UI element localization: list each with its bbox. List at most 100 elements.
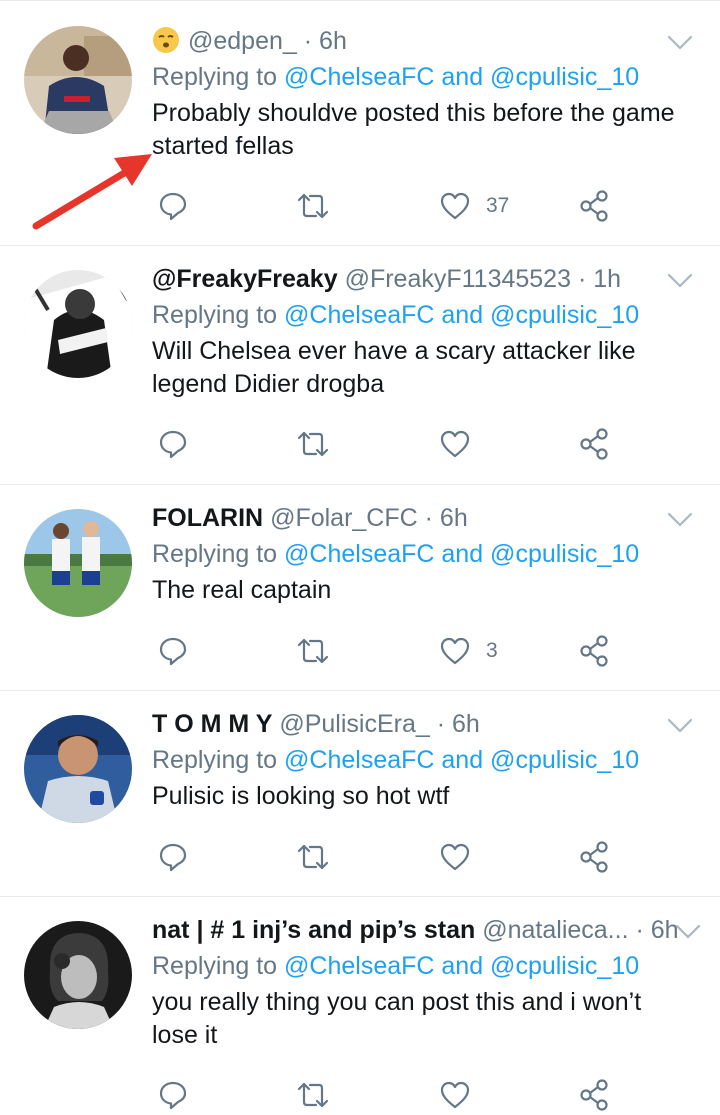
reply-icon — [159, 192, 187, 221]
chevron-down-icon[interactable] — [666, 266, 694, 294]
chevron-down-icon[interactable] — [666, 28, 694, 56]
like-icon — [440, 1081, 470, 1109]
tweet-actions — [152, 837, 720, 877]
annotation-arrow-icon — [32, 154, 152, 230]
tweet-3[interactable]: FOLARIN @Folar_CFC · 6h Replying to @Che… — [0, 485, 720, 691]
tweet-1[interactable]: @edpen_ · 6h Replying to @ChelseaFC and … — [0, 0, 720, 246]
avatar[interactable] — [24, 921, 132, 1029]
handle[interactable]: @natalieca... — [482, 916, 628, 944]
tweet-text: you really thing you can post this and i… — [152, 988, 642, 1049]
tweet-header: T O M M Y @PulisicEra_ · 6h — [152, 709, 680, 739]
reply-button[interactable] — [156, 631, 190, 671]
display-name[interactable]: nat | # 1 inj’s and pip’s stan — [152, 916, 475, 944]
reply-mentions[interactable]: @ChelseaFC and @cpulisic_10 — [284, 301, 639, 329]
like-icon — [440, 430, 470, 458]
share-icon — [580, 635, 608, 667]
avatar[interactable] — [24, 509, 132, 617]
retweet-icon — [297, 844, 329, 870]
replying-to: Replying to @ChelseaFC and @cpulisic_10 — [152, 745, 680, 775]
share-button[interactable] — [578, 424, 612, 464]
tweet-actions: 3 — [152, 631, 720, 671]
reply-prefix: Replying to — [152, 63, 278, 91]
retweet-button[interactable] — [296, 424, 330, 464]
tweet-text: The real captain — [152, 576, 332, 604]
share-icon — [580, 841, 608, 873]
timestamp[interactable]: · 6h — [635, 916, 678, 944]
retweet-button[interactable] — [296, 837, 330, 877]
tweet-header: FOLARIN @Folar_CFC · 6h — [152, 503, 680, 533]
reply-prefix: Replying to — [152, 540, 278, 568]
share-button[interactable] — [578, 837, 612, 877]
display-name[interactable]: FOLARIN — [152, 504, 263, 532]
like-button[interactable] — [438, 1075, 486, 1115]
reply-button[interactable] — [156, 186, 190, 226]
face-exhaling-emoji-icon — [152, 26, 180, 54]
chevron-down-icon[interactable] — [674, 917, 702, 945]
like-button[interactable]: 37 — [438, 186, 509, 226]
timestamp[interactable]: · 6h — [437, 710, 480, 738]
handle[interactable]: @edpen_ — [188, 27, 297, 55]
reply-mentions[interactable]: @ChelseaFC and @cpulisic_10 — [284, 540, 639, 568]
avatar[interactable] — [24, 26, 132, 134]
share-button[interactable] — [578, 1075, 612, 1115]
tweet-5[interactable]: nat | # 1 inj’s and pip’s stan @nataliec… — [0, 897, 720, 1112]
retweet-icon — [297, 1082, 329, 1108]
tweet-text: Will Chelsea ever have a scary attacker … — [152, 337, 636, 398]
timestamp[interactable]: · 1h — [578, 265, 621, 293]
timestamp[interactable]: · 6h — [425, 504, 468, 532]
reply-button[interactable] — [156, 837, 190, 877]
like-icon — [440, 637, 470, 665]
like-button[interactable] — [438, 424, 486, 464]
handle[interactable]: @FreakyF11345523 — [345, 265, 571, 293]
retweet-icon — [297, 431, 329, 457]
like-icon — [440, 192, 470, 220]
reply-icon — [159, 1081, 187, 1110]
like-count: 37 — [486, 194, 510, 217]
retweet-button[interactable] — [296, 631, 330, 671]
chevron-down-icon[interactable] — [666, 711, 694, 739]
retweet-icon — [297, 193, 329, 219]
chevron-down-icon[interactable] — [666, 505, 694, 533]
tweet-actions — [152, 1075, 720, 1115]
reply-icon — [159, 843, 187, 872]
reply-button[interactable] — [156, 1075, 190, 1115]
retweet-button[interactable] — [296, 1075, 330, 1115]
tweet-header: nat | # 1 inj’s and pip’s stan @nataliec… — [152, 915, 680, 945]
avatar[interactable] — [24, 715, 132, 823]
avatar[interactable] — [24, 270, 132, 378]
reply-mentions[interactable]: @ChelseaFC and @cpulisic_10 — [284, 746, 639, 774]
retweet-icon — [297, 638, 329, 664]
tweet-header: @edpen_ · 6h — [152, 26, 680, 56]
tweet-text: Pulisic is looking so hot wtf — [152, 782, 450, 810]
tweet-4[interactable]: T O M M Y @PulisicEra_ · 6h Replying to … — [0, 691, 720, 897]
share-button[interactable] — [578, 186, 612, 226]
handle[interactable]: @PulisicEra_ — [279, 710, 429, 738]
like-count: 3 — [486, 639, 498, 662]
replying-to: Replying to @ChelseaFC and @cpulisic_10 — [152, 539, 680, 569]
like-icon — [440, 843, 470, 871]
tweet-header: @FreakyFreaky @FreakyF11345523 · 1h — [152, 264, 680, 294]
display-name[interactable]: @FreakyFreaky — [152, 265, 338, 293]
reply-icon — [159, 637, 187, 666]
reply-prefix: Replying to — [152, 746, 278, 774]
tweet-actions: 37 — [152, 186, 720, 226]
reply-prefix: Replying to — [152, 301, 278, 329]
like-button[interactable] — [438, 837, 486, 877]
reply-mentions[interactable]: @ChelseaFC and @cpulisic_10 — [284, 952, 639, 980]
replying-to: Replying to @ChelseaFC and @cpulisic_10 — [152, 62, 680, 92]
reply-button[interactable] — [156, 424, 190, 464]
reply-mentions[interactable]: @ChelseaFC and @cpulisic_10 — [284, 63, 639, 91]
tweet-actions — [152, 424, 720, 464]
share-button[interactable] — [578, 631, 612, 671]
retweet-button[interactable] — [296, 186, 330, 226]
replying-to: Replying to @ChelseaFC and @cpulisic_10 — [152, 300, 680, 330]
reply-icon — [159, 430, 187, 459]
like-button[interactable]: 3 — [438, 631, 498, 671]
timestamp[interactable]: · 6h — [304, 27, 347, 55]
share-icon — [580, 428, 608, 460]
share-icon — [580, 1079, 608, 1111]
tweet-2[interactable]: @FreakyFreaky @FreakyF11345523 · 1h Repl… — [0, 246, 720, 485]
handle[interactable]: @Folar_CFC — [270, 504, 418, 532]
display-name[interactable]: T O M M Y — [152, 710, 272, 738]
tweet-text: Probably shouldve posted this before the… — [152, 99, 675, 160]
